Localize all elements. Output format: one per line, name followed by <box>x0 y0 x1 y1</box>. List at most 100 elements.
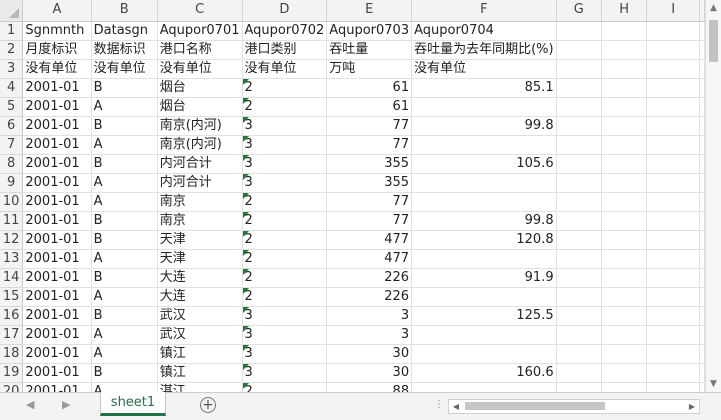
cell-f[interactable] <box>411 325 557 345</box>
cell-e[interactable]: 3 <box>326 325 413 345</box>
cell-d[interactable]: 没有单位 <box>242 59 328 79</box>
cell-g[interactable] <box>556 78 603 98</box>
row-header[interactable]: 17 <box>0 325 24 345</box>
cell-g[interactable] <box>556 116 603 136</box>
cell-a[interactable]: 2001-01 <box>22 382 92 392</box>
split-handle-icon[interactable]: ⋮ <box>434 399 444 410</box>
cell-b[interactable]: A <box>91 325 158 345</box>
row-header[interactable]: 12 <box>0 230 24 250</box>
cell-e[interactable]: 77 <box>326 211 413 231</box>
cell-f[interactable]: 120.8 <box>411 230 557 250</box>
row-header[interactable]: 6 <box>0 116 24 136</box>
column-header-c[interactable]: C <box>157 0 243 22</box>
cell-b[interactable]: B <box>91 154 158 174</box>
cell-e[interactable]: 226 <box>326 268 413 288</box>
cell-g[interactable] <box>556 192 603 212</box>
cell-f[interactable] <box>411 249 557 269</box>
cell-b[interactable]: B <box>91 116 158 136</box>
cell-blank[interactable] <box>699 287 705 307</box>
cell-e[interactable]: 355 <box>326 154 413 174</box>
scroll-down-icon[interactable]: ▼ <box>706 376 721 392</box>
cell-blank[interactable] <box>699 363 705 383</box>
column-header-h[interactable]: H <box>601 0 648 22</box>
cell-b[interactable]: A <box>91 287 158 307</box>
cell-a[interactable]: 2001-01 <box>22 249 92 269</box>
cell-g[interactable] <box>556 97 603 117</box>
cell-f[interactable]: Aqupor0704 <box>411 21 557 41</box>
cell-d[interactable]: 3 <box>242 306 328 326</box>
cell-e[interactable]: 355 <box>326 173 413 193</box>
row-header[interactable]: 9 <box>0 173 24 193</box>
cell-d[interactable]: 2 <box>242 230 328 250</box>
cell-e[interactable]: 77 <box>326 135 413 155</box>
cell-blank[interactable] <box>699 59 705 79</box>
cell-i[interactable] <box>646 268 700 288</box>
row-header[interactable]: 20 <box>0 382 24 392</box>
column-header-i[interactable]: I <box>646 0 700 22</box>
cell-f[interactable]: 91.9 <box>411 268 557 288</box>
cell-b[interactable]: A <box>91 382 158 392</box>
cell-c[interactable]: 大连 <box>157 268 243 288</box>
cell-e[interactable]: 30 <box>326 344 413 364</box>
cell-c[interactable]: Aqupor0701 <box>157 21 243 41</box>
cell-b[interactable]: A <box>91 135 158 155</box>
scroll-up-icon[interactable]: ▲ <box>706 0 721 16</box>
cell-h[interactable] <box>601 192 648 212</box>
cell-blank[interactable] <box>699 249 705 269</box>
cell-b[interactable]: A <box>91 97 158 117</box>
cell-i[interactable] <box>646 135 700 155</box>
cell-blank[interactable] <box>699 230 705 250</box>
cell-b[interactable]: 数据标识 <box>91 40 158 60</box>
cell-i[interactable] <box>646 287 700 307</box>
cell-a[interactable]: 月度标识 <box>22 40 92 60</box>
scroll-left-icon[interactable]: ◀ <box>449 400 463 413</box>
cell-f[interactable] <box>411 287 557 307</box>
cell-f[interactable] <box>411 344 557 364</box>
cell-e[interactable]: 77 <box>326 116 413 136</box>
cell-c[interactable]: 港口名称 <box>157 40 243 60</box>
cell-blank[interactable] <box>699 135 705 155</box>
cell-blank[interactable] <box>699 116 705 136</box>
cell-a[interactable]: 2001-01 <box>22 78 92 98</box>
cell-i[interactable] <box>646 40 700 60</box>
cell-g[interactable] <box>556 154 603 174</box>
cell-a[interactable]: 2001-01 <box>22 363 92 383</box>
row-header[interactable]: 11 <box>0 211 24 231</box>
horizontal-scrollbar[interactable]: ◀ ▶ <box>448 399 700 414</box>
cell-e[interactable]: 万吨 <box>326 59 413 79</box>
cell-i[interactable] <box>646 306 700 326</box>
cell-blank[interactable] <box>699 211 705 231</box>
cell-f[interactable]: 105.6 <box>411 154 557 174</box>
cell-f[interactable]: 85.1 <box>411 78 557 98</box>
vertical-scroll-thumb[interactable] <box>709 20 718 62</box>
cell-h[interactable] <box>601 21 648 41</box>
cell-g[interactable] <box>556 249 603 269</box>
cell-d[interactable]: 2 <box>242 287 328 307</box>
cell-h[interactable] <box>601 325 648 345</box>
cell-c[interactable]: 天津 <box>157 249 243 269</box>
cell-c[interactable]: 大连 <box>157 287 243 307</box>
cell-f[interactable] <box>411 382 557 392</box>
cell-e[interactable]: 88 <box>326 382 413 392</box>
cell-a[interactable]: 2001-01 <box>22 306 92 326</box>
cell-d[interactable]: 3 <box>242 154 328 174</box>
row-header[interactable]: 2 <box>0 40 24 60</box>
cell-i[interactable] <box>646 173 700 193</box>
cell-c[interactable]: 南京 <box>157 211 243 231</box>
cell-blank[interactable] <box>699 154 705 174</box>
column-header-g[interactable]: G <box>556 0 603 22</box>
cell-h[interactable] <box>601 40 648 60</box>
cell-h[interactable] <box>601 116 648 136</box>
cell-e[interactable]: 77 <box>326 192 413 212</box>
cell-e[interactable]: 477 <box>326 249 413 269</box>
row-header[interactable]: 19 <box>0 363 24 383</box>
cell-blank[interactable] <box>699 268 705 288</box>
cell-c[interactable]: 内河合计 <box>157 154 243 174</box>
tab-sheet1[interactable]: sheet1 <box>100 392 166 416</box>
cell-d[interactable]: 2 <box>242 97 328 117</box>
row-header[interactable]: 5 <box>0 97 24 117</box>
cell-h[interactable] <box>601 382 648 392</box>
cell-b[interactable]: B <box>91 363 158 383</box>
column-header-e[interactable]: E <box>326 0 413 22</box>
cell-e[interactable]: 226 <box>326 287 413 307</box>
